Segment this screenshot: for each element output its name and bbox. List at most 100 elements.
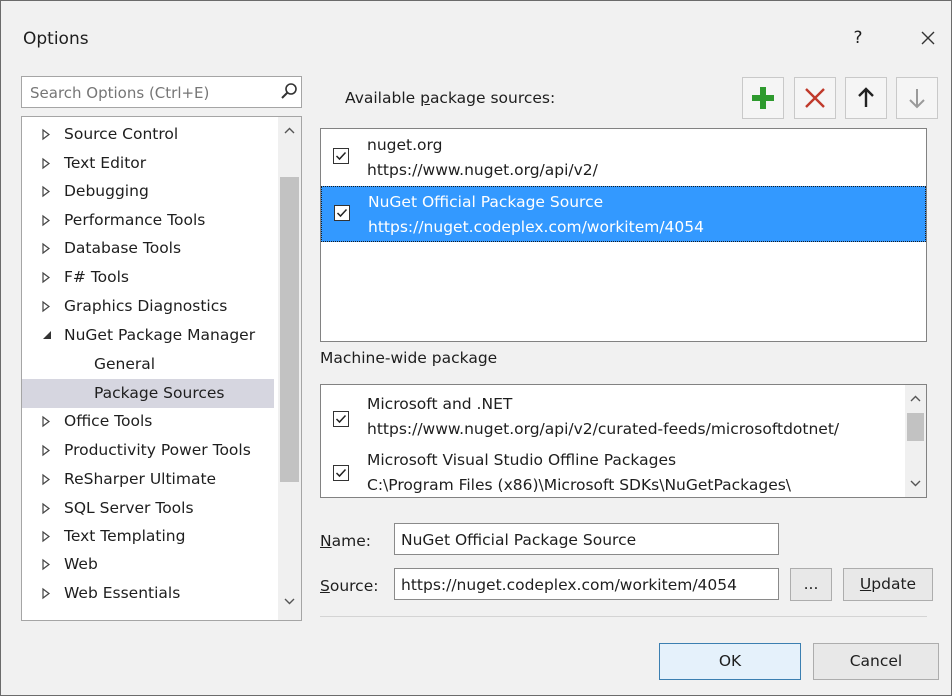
source-item-selected[interactable]: NuGet Official Package Source https://nu… xyxy=(321,186,926,242)
source-url: https://nuget.codeplex.com/workitem/4054 xyxy=(368,218,704,236)
dialog-title: Options xyxy=(23,29,89,49)
tree-item-label: ReSharper Ultimate xyxy=(64,470,217,488)
cancel-button[interactable]: Cancel xyxy=(813,643,939,680)
available-sources-list: nuget.org https://www.nuget.org/api/v2/ … xyxy=(320,128,927,342)
source-name: nuget.org xyxy=(367,136,443,154)
tree-item-package-sources[interactable]: Package Sources xyxy=(22,379,274,408)
expand-arrow-icon[interactable] xyxy=(40,206,54,235)
tree-item-sql-server-tools[interactable]: SQL Server Tools xyxy=(22,494,274,523)
tree-item-label: Web xyxy=(64,555,98,573)
help-button[interactable]: ? xyxy=(843,23,873,53)
expand-arrow-icon[interactable] xyxy=(40,234,54,263)
expand-arrow-icon[interactable] xyxy=(40,292,54,321)
collapse-arrow-icon[interactable] xyxy=(40,321,54,350)
source-input[interactable] xyxy=(399,573,778,597)
source-field-box xyxy=(394,568,779,600)
tree-item-general[interactable]: General xyxy=(22,350,274,379)
tree-item-fsharp-tools[interactable]: F# Tools xyxy=(22,263,274,292)
tree-item-source-control[interactable]: Source Control xyxy=(22,120,274,149)
options-dialog: Options ? Source Control Text Editor Deb… xyxy=(0,0,952,696)
machine-wide-label: Machine-wide package xyxy=(320,349,498,367)
machine-wide-sources-list: Microsoft and .NET https://www.nuget.org… xyxy=(320,384,927,498)
update-button[interactable]: Update xyxy=(843,568,933,601)
machine-source-checkbox[interactable] xyxy=(333,411,349,427)
expand-arrow-icon[interactable] xyxy=(40,522,54,551)
expand-arrow-icon[interactable] xyxy=(40,149,54,178)
tree-item-label: F# Tools xyxy=(64,268,130,286)
source-item[interactable]: nuget.org https://www.nuget.org/api/v2/ xyxy=(321,130,926,186)
tree-item-label: Graphics Diagnostics xyxy=(64,297,228,315)
tree-item-label: Web Essentials xyxy=(64,584,181,602)
expand-arrow-icon[interactable] xyxy=(40,550,54,579)
source-url: C:\Program Files (x86)\Microsoft SDKs\Nu… xyxy=(367,476,792,494)
search-icon[interactable] xyxy=(278,81,300,103)
source-checkbox[interactable] xyxy=(334,205,350,221)
machine-list-scrollbar[interactable] xyxy=(905,385,926,497)
close-icon xyxy=(921,31,935,45)
arrow-up-icon xyxy=(858,87,874,107)
tree-item-label: SQL Server Tools xyxy=(64,499,194,517)
scroll-down-icon[interactable] xyxy=(282,595,297,607)
remove-source-button[interactable] xyxy=(794,77,836,119)
search-input[interactable] xyxy=(28,81,277,105)
expand-arrow-icon[interactable] xyxy=(40,120,54,149)
tree-item-label: Debugging xyxy=(64,182,149,200)
close-button[interactable] xyxy=(913,23,943,53)
tree-item-label: Performance Tools xyxy=(64,211,206,229)
move-up-button[interactable] xyxy=(845,77,887,119)
expand-arrow-icon[interactable] xyxy=(40,465,54,494)
checkmark-icon xyxy=(335,468,347,478)
tree-scrollbar[interactable] xyxy=(278,117,301,620)
scrollbar-thumb[interactable] xyxy=(907,413,924,441)
name-input[interactable] xyxy=(399,528,778,552)
tree-item-database-tools[interactable]: Database Tools xyxy=(22,234,274,263)
tree-item-resharper-ultimate[interactable]: ReSharper Ultimate xyxy=(22,465,274,494)
source-name: Microsoft Visual Studio Offline Packages xyxy=(367,451,677,469)
tree-item-productivity-power-tools[interactable]: Productivity Power Tools xyxy=(22,436,274,465)
plus-icon xyxy=(752,87,774,109)
tree-item-label: Productivity Power Tools xyxy=(64,441,251,459)
tree-item-debugging[interactable]: Debugging xyxy=(22,177,274,206)
expand-arrow-icon[interactable] xyxy=(40,263,54,292)
delete-x-icon xyxy=(805,88,825,108)
browse-button[interactable]: ... xyxy=(790,568,832,601)
source-name: Microsoft and .NET xyxy=(367,395,513,413)
move-down-button[interactable] xyxy=(896,77,938,119)
tree-item-label: Office Tools xyxy=(64,412,153,430)
machine-source-checkbox[interactable] xyxy=(333,465,349,481)
arrow-down-icon xyxy=(909,89,925,109)
tree-item-performance-tools[interactable]: Performance Tools xyxy=(22,206,274,235)
tree-item-label: General xyxy=(94,355,156,373)
expand-arrow-icon[interactable] xyxy=(40,177,54,206)
tree-item-label: Database Tools xyxy=(64,239,182,257)
tree-item-graphics-diagnostics[interactable]: Graphics Diagnostics xyxy=(22,292,274,321)
scroll-up-icon[interactable] xyxy=(908,393,923,405)
name-label: Name: xyxy=(320,532,371,550)
scroll-down-icon[interactable] xyxy=(908,477,923,489)
name-field-box xyxy=(394,523,779,555)
add-source-button[interactable] xyxy=(742,77,784,119)
scrollbar-thumb[interactable] xyxy=(280,177,299,482)
tree-item-text-editor[interactable]: Text Editor xyxy=(22,149,274,178)
expand-arrow-icon[interactable] xyxy=(40,494,54,523)
search-box xyxy=(21,76,302,108)
expand-arrow-icon[interactable] xyxy=(40,436,54,465)
source-url: https://www.nuget.org/api/v2/curated-fee… xyxy=(367,420,840,438)
tree-item-text-templating[interactable]: Text Templating xyxy=(22,522,274,551)
title-bar: Options ? xyxy=(1,1,951,73)
source-checkbox[interactable] xyxy=(333,148,349,164)
source-label: Source: xyxy=(320,577,379,595)
machine-source-item[interactable]: Microsoft Visual Studio Offline Packages… xyxy=(321,445,906,497)
source-url: https://www.nuget.org/api/v2/ xyxy=(367,161,598,179)
expand-arrow-icon[interactable] xyxy=(40,407,54,436)
checkmark-icon xyxy=(336,208,348,218)
expand-arrow-icon[interactable] xyxy=(40,579,54,608)
machine-source-item[interactable]: Microsoft and .NET https://www.nuget.org… xyxy=(321,389,906,445)
scroll-up-icon[interactable] xyxy=(282,125,297,137)
tree-item-nuget-package-manager[interactable]: NuGet Package Manager xyxy=(22,321,274,350)
tree-item-web-essentials[interactable]: Web Essentials xyxy=(22,579,274,608)
tree-item-office-tools[interactable]: Office Tools xyxy=(22,407,274,436)
tree-item-label: Source Control xyxy=(64,125,179,143)
tree-item-web[interactable]: Web xyxy=(22,550,274,579)
ok-button[interactable]: OK xyxy=(659,643,801,680)
